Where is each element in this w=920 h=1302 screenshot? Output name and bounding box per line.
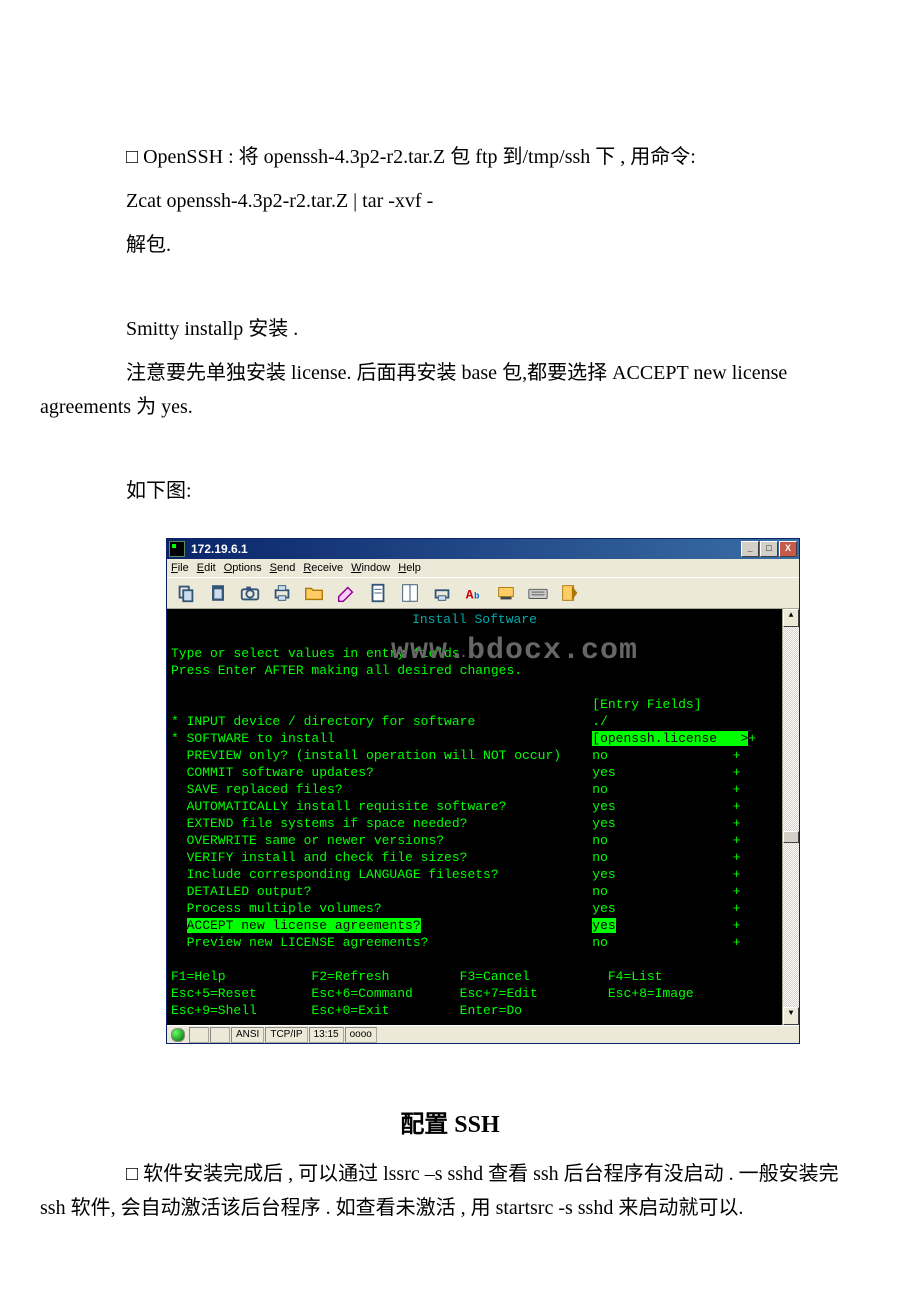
scrollbar[interactable]: ▲ ▼	[782, 609, 799, 1025]
toolbar-doc2-icon[interactable]	[395, 579, 425, 607]
svg-text:b: b	[474, 591, 480, 602]
menu-options[interactable]: Options	[224, 562, 262, 574]
scroll-up-button[interactable]: ▲	[783, 609, 799, 627]
toolbar-camera-icon[interactable]	[235, 579, 265, 607]
toolbar-eraser-icon[interactable]	[331, 579, 361, 607]
toolbar-print-icon[interactable]	[267, 579, 297, 607]
toolbar-keyboard-icon[interactable]	[523, 579, 553, 607]
toolbar-paste-icon[interactable]	[203, 579, 233, 607]
toolbar-copy-icon[interactable]	[171, 579, 201, 607]
status-cell-blank1	[189, 1027, 209, 1043]
paragraph-license-note: 注意要先单独安装 license. 后面再安装 base 包,都要选择 ACCE…	[40, 356, 860, 424]
maximize-button[interactable]: □	[760, 541, 778, 557]
scroll-down-button[interactable]: ▼	[783, 1007, 799, 1025]
minimize-button[interactable]: _	[741, 541, 759, 557]
menu-send[interactable]: Send	[270, 562, 296, 574]
scroll-thumb[interactable]	[783, 831, 799, 843]
window-title: 172.19.6.1	[189, 542, 248, 556]
window-icon	[169, 541, 185, 557]
menu-bar[interactable]: File Edit Options Send Receive Window He…	[167, 559, 799, 577]
paragraph-smitty: Smitty installp 安装 .	[40, 312, 860, 346]
menu-window[interactable]: Window	[351, 562, 390, 574]
paragraph-unpack: 解包.	[40, 228, 860, 262]
status-led-icon	[171, 1028, 185, 1042]
menu-edit[interactable]: Edit	[197, 562, 216, 574]
toolbar-folder-icon[interactable]	[299, 579, 329, 607]
menu-receive[interactable]: Receive	[303, 562, 343, 574]
toolbar: Ab	[167, 577, 799, 609]
scroll-track[interactable]	[783, 627, 799, 1007]
paragraph-see-figure: 如下图:	[40, 474, 860, 508]
toolbar-exit-icon[interactable]	[555, 579, 585, 607]
window-titlebar[interactable]: 172.19.6.1 _ □ X	[167, 539, 799, 559]
terminal-body[interactable]: Install Software Type or select values i…	[167, 609, 782, 1025]
svg-text:A: A	[466, 588, 474, 603]
toolbar-device-icon[interactable]	[491, 579, 521, 607]
menu-help[interactable]: Help	[398, 562, 421, 574]
terminal-window: 172.19.6.1 _ □ X File Edit Options Send …	[166, 538, 800, 1044]
status-proto: TCP/IP	[265, 1027, 307, 1043]
paragraph-after-install: □ 软件安装完成后 , 可以通过 lssrc –s sshd 查看 ssh 后台…	[40, 1157, 860, 1225]
status-cell-blank2	[210, 1027, 230, 1043]
status-time: 13:15	[309, 1027, 344, 1043]
section-heading-configure-ssh: 配置 SSH	[40, 1104, 860, 1139]
toolbar-font-icon[interactable]: Ab	[459, 579, 489, 607]
menu-file[interactable]: File	[171, 562, 189, 574]
toolbar-print2-icon[interactable]	[427, 579, 457, 607]
paragraph-zcat: Zcat openssh-4.3p2-r2.tar.Z | tar -xvf -	[40, 184, 860, 218]
paragraph-openssh-cmd: □ OpenSSH : 将 openssh-4.3p2-r2.tar.Z 包 f…	[40, 140, 860, 174]
status-extra: oooo	[345, 1027, 377, 1043]
close-button[interactable]: X	[779, 541, 797, 557]
status-ansi: ANSI	[231, 1027, 264, 1043]
toolbar-doc1-icon[interactable]	[363, 579, 393, 607]
status-bar: ANSI TCP/IP 13:15 oooo	[167, 1025, 799, 1043]
